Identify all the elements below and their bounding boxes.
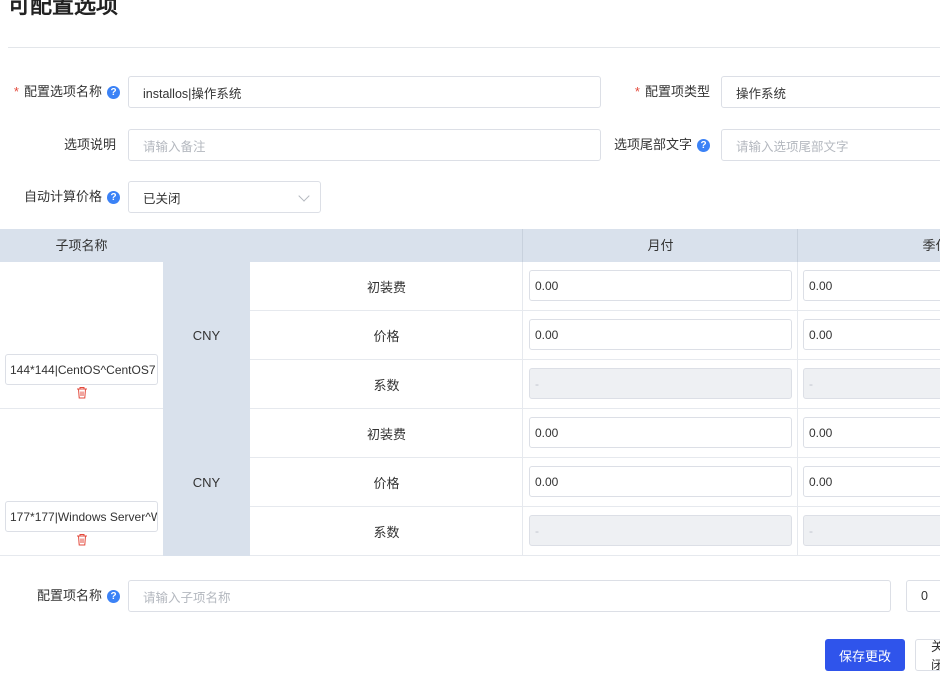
currency-cell: CNY [163, 262, 250, 409]
fee-label: 价格 [373, 476, 400, 491]
header-sub-name: 子项名称 [55, 238, 108, 253]
monthly-price-input[interactable]: 0.00 [529, 319, 792, 350]
question-circle-icon[interactable]: ? [697, 138, 710, 152]
quarterly-setup-fee-input[interactable]: 0.00 [803, 417, 940, 448]
new-sub-label: 配置项名称 ? [0, 588, 120, 604]
new-sub-order-input[interactable]: 0 [906, 580, 940, 612]
quarterly-setup-fee-input[interactable]: 0.00 [803, 270, 940, 301]
trash-icon[interactable] [76, 533, 88, 546]
header-divider [797, 229, 798, 262]
header-monthly: 月付 [647, 238, 674, 253]
question-circle-icon[interactable]: ? [107, 589, 120, 603]
monthly-factor-input: - [529, 515, 792, 546]
description-input[interactable]: 请输入备注 [128, 129, 601, 161]
monthly-setup-fee-input[interactable]: 0.00 [529, 270, 792, 301]
new-sub-name-input[interactable]: 请输入子项名称 [128, 580, 891, 612]
quarterly-factor-input: - [803, 515, 940, 546]
header-quarterly: 季付 [922, 238, 940, 253]
save-button[interactable]: 保存更改 [825, 639, 905, 671]
option-type-input[interactable]: 操作系统 [721, 76, 940, 108]
trash-icon[interactable] [76, 386, 88, 399]
chevron-down-icon [298, 190, 310, 202]
description-label: 选项说明 [63, 137, 116, 152]
quarterly-price-input[interactable]: 0.00 [803, 319, 940, 350]
required-mark: * [13, 84, 19, 99]
option-name-label: * 配置选项名称 ? [0, 84, 120, 100]
monthly-price-input[interactable]: 0.00 [529, 466, 792, 497]
fee-label: 初装费 [366, 427, 406, 442]
fee-label: 价格 [373, 329, 400, 344]
required-mark: * [634, 84, 640, 99]
table-header: 子项名称 月付 季付 [0, 229, 940, 262]
suffix-input[interactable]: 请输入选项尾部文字 [721, 129, 940, 161]
grid-line [797, 262, 798, 556]
auto-price-label: 自动计算价格 ? [0, 189, 120, 205]
fee-label: 系数 [373, 525, 400, 540]
monthly-factor-input: - [529, 368, 792, 399]
currency-cell: CNY [163, 409, 250, 556]
question-circle-icon[interactable]: ? [107, 190, 120, 204]
monthly-setup-fee-input[interactable]: 0.00 [529, 417, 792, 448]
fee-label: 初装费 [366, 280, 406, 295]
auto-price-select[interactable]: 已关闭 [128, 181, 321, 213]
title-divider [8, 47, 940, 48]
quarterly-price-input[interactable]: 0.00 [803, 466, 940, 497]
quarterly-factor-input: - [803, 368, 940, 399]
suffix-label: 选项尾部文字 ? [600, 137, 710, 153]
option-type-label: * 配置项类型 [634, 84, 710, 99]
sub-name-input[interactable]: 144*144|CentOS^CentOS7 [5, 354, 158, 385]
fee-label: 系数 [373, 378, 400, 393]
sub-name-input[interactable]: 177*177|Windows Server^Windows [5, 501, 158, 532]
question-circle-icon[interactable]: ? [107, 85, 120, 99]
option-name-input[interactable]: installos|操作系统 [128, 76, 601, 108]
close-button[interactable]: 关闭 [915, 639, 940, 671]
header-divider [522, 229, 523, 262]
page-title: 可配置选项 [8, 0, 119, 18]
